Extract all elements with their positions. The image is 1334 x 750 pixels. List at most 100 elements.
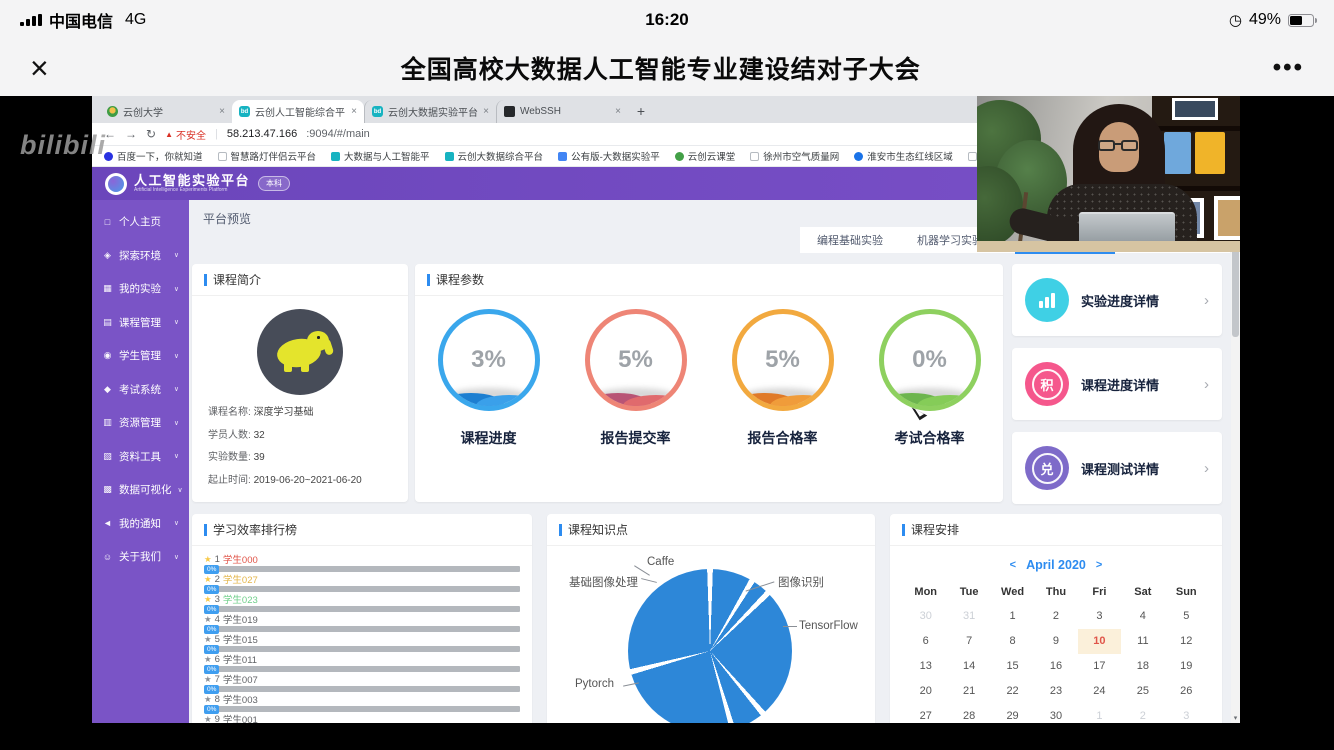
bookmark-item[interactable]: 淮安市生态红线区域 (854, 149, 953, 163)
bookmark-item[interactable]: 百度一下，你就知道 (104, 149, 203, 163)
calendar-day[interactable]: 2 (1121, 704, 1164, 723)
chevron-down-icon: ∨ (174, 519, 179, 527)
calendar-day[interactable]: 9 (1034, 629, 1077, 654)
security-warning[interactable]: ▲ 不安全 (165, 127, 206, 142)
calendar-day[interactable]: 16 (1034, 654, 1077, 679)
leaderboard-entry: ★8学生003 (204, 694, 520, 704)
calendar-day[interactable]: 26 (1165, 679, 1208, 704)
close-icon[interactable]: × (30, 52, 49, 84)
sidebar-item-资料工具[interactable]: ▧资料工具∨ (92, 440, 189, 474)
calendar-day[interactable]: 27 (904, 704, 947, 723)
calendar-day[interactable]: 7 (947, 629, 990, 654)
tab-close-icon[interactable]: × (219, 106, 225, 117)
star-icon: ★ (204, 694, 212, 705)
calendar-day[interactable]: 25 (1121, 679, 1164, 704)
calendar-day[interactable]: 31 (947, 604, 990, 629)
browser-tab[interactable]: WebSSH× (496, 100, 628, 123)
new-tab-button[interactable]: + (628, 103, 654, 119)
calendar-day[interactable]: 8 (991, 629, 1034, 654)
calendar-day[interactable]: 15 (991, 654, 1034, 679)
battery-percent-label: 49% (1249, 11, 1281, 29)
video-player[interactable]: bilibili 云创大学×bd云创人工智能综合平台×bd云创大数据实验平台×W… (0, 96, 1334, 750)
calendar-day[interactable]: 28 (947, 704, 990, 723)
calendar-day[interactable]: 21 (947, 679, 990, 704)
bookmark-item[interactable]: 公有版-大数据实验平 (558, 149, 660, 163)
sidebar-item-icon: ◄ (102, 518, 113, 528)
bookmark-item[interactable]: 智慧路灯伴侣云平台 (218, 149, 317, 163)
knowledge-pie-chart[interactable] (628, 569, 792, 723)
sidebar-item-我的通知[interactable]: ◄ 我的通知 ∨ (92, 507, 189, 541)
bookmark-favicon-icon (558, 152, 567, 161)
calendar-day[interactable]: 22 (991, 679, 1034, 704)
calendar-day[interactable]: 30 (1034, 704, 1077, 723)
bookmark-item[interactable]: 云创大数据综合平台 (445, 149, 544, 163)
tab-close-icon[interactable]: × (483, 106, 489, 117)
calendar-day[interactable]: 14 (947, 654, 990, 679)
course-params-card: 课程参数 3%课程进度5%报告提交率5%报告合格率0%考试合格率 (415, 264, 1003, 502)
bookmark-favicon-icon (445, 152, 454, 161)
gauge-value: 3% (443, 346, 535, 374)
url-path[interactable]: :9094/#/main (306, 128, 370, 140)
more-options-icon[interactable]: ••• (1273, 54, 1304, 82)
calendar-day[interactable]: 4 (1121, 604, 1164, 629)
alarm-clock-icon: ◷ (1229, 11, 1242, 29)
progress-value-tag: 0% (204, 665, 219, 674)
browser-tab[interactable]: bd云创人工智能综合平台× (232, 100, 364, 123)
calendar-day[interactable]: 1 (1078, 704, 1121, 723)
calendar-day[interactable]: 24 (1078, 679, 1121, 704)
sidebar-item-我的实验[interactable]: ▦我的实验∨ (92, 272, 189, 306)
calendar-day[interactable]: 12 (1165, 629, 1208, 654)
calendar-day[interactable]: 30 (904, 604, 947, 629)
sidebar-item-数据可视化[interactable]: ▩数据可视化∨ (92, 473, 189, 507)
sidebar-item-课程管理[interactable]: ▤课程管理∨ (92, 306, 189, 340)
calendar-day[interactable]: 23 (1034, 679, 1077, 704)
tab-programming-basics[interactable]: 编程基础实验 (800, 227, 900, 253)
calendar-day[interactable]: 5 (1165, 604, 1208, 629)
url-host[interactable]: 58.213.47.166 (227, 128, 297, 140)
forward-icon[interactable]: → (125, 127, 137, 141)
detail-card-课程测试详情[interactable]: 兑课程测试详情› (1012, 432, 1222, 504)
reload-icon[interactable]: ↻ (146, 127, 156, 141)
calendar-day[interactable]: 19 (1165, 654, 1208, 679)
calendar-weekday: Fri (1078, 580, 1121, 604)
bookmark-item[interactable]: 云创云课堂 (675, 149, 736, 163)
tab-favicon-icon (504, 106, 515, 117)
sidebar-item-icon: □ (102, 217, 113, 227)
calendar-day[interactable]: 1 (991, 604, 1034, 629)
browser-tab[interactable]: 云创大学× (100, 100, 232, 123)
sidebar-item-label: 我的通知 (119, 516, 161, 531)
tab-close-icon[interactable]: × (615, 106, 621, 117)
prev-month-icon[interactable]: < (1010, 559, 1016, 571)
detail-card-实验进度详情[interactable]: 实验进度详情› (1012, 264, 1222, 336)
calendar-day[interactable]: 11 (1121, 629, 1164, 654)
sidebar-item-关于我们[interactable]: ☺关于我们∨ (92, 540, 189, 574)
chevron-right-icon: › (1204, 376, 1209, 393)
calendar-day[interactable]: 6 (904, 629, 947, 654)
sidebar-item-学生管理[interactable]: ◉学生管理∨ (92, 339, 189, 373)
calendar-day[interactable]: 29 (991, 704, 1034, 723)
bookmark-item[interactable]: 大数据与人工智能平 (331, 149, 430, 163)
sidebar-item-资源管理[interactable]: ▥资源管理∨ (92, 406, 189, 440)
calendar-day[interactable]: 20 (904, 679, 947, 704)
sidebar-item-label: 学生管理 (119, 348, 161, 363)
browser-tab[interactable]: bd云创大数据实验平台× (364, 100, 496, 123)
detail-card-课程进度详情[interactable]: 积课程进度详情› (1012, 348, 1222, 420)
calendar-day[interactable]: 3 (1078, 604, 1121, 629)
calendar-day[interactable]: 10 (1078, 629, 1121, 654)
sidebar-item-探索环境[interactable]: ◈探索环境∨ (92, 239, 189, 273)
calendar-day[interactable]: 13 (904, 654, 947, 679)
calendar-day[interactable]: 17 (1078, 654, 1121, 679)
bookmark-label: 大数据与人工智能平 (344, 149, 430, 163)
card-title: 学习效率排行榜 (192, 514, 532, 546)
tab-close-icon[interactable]: × (351, 106, 357, 117)
sidebar-item-个人主页[interactable]: □个人主页 (92, 205, 189, 239)
next-month-icon[interactable]: > (1096, 559, 1102, 571)
scroll-down-icon[interactable]: ▾ (1231, 714, 1240, 722)
sidebar-item-考试系统[interactable]: ◆考试系统∨ (92, 373, 189, 407)
detail-card-label: 课程进度详情 (1081, 375, 1159, 394)
bookmark-item[interactable]: 徐州市空气质量网 (750, 149, 839, 163)
calendar-day[interactable]: 18 (1121, 654, 1164, 679)
calendar-day[interactable]: 3 (1165, 704, 1208, 723)
calendar-day[interactable]: 2 (1034, 604, 1077, 629)
rank-number: 5 (215, 634, 220, 645)
